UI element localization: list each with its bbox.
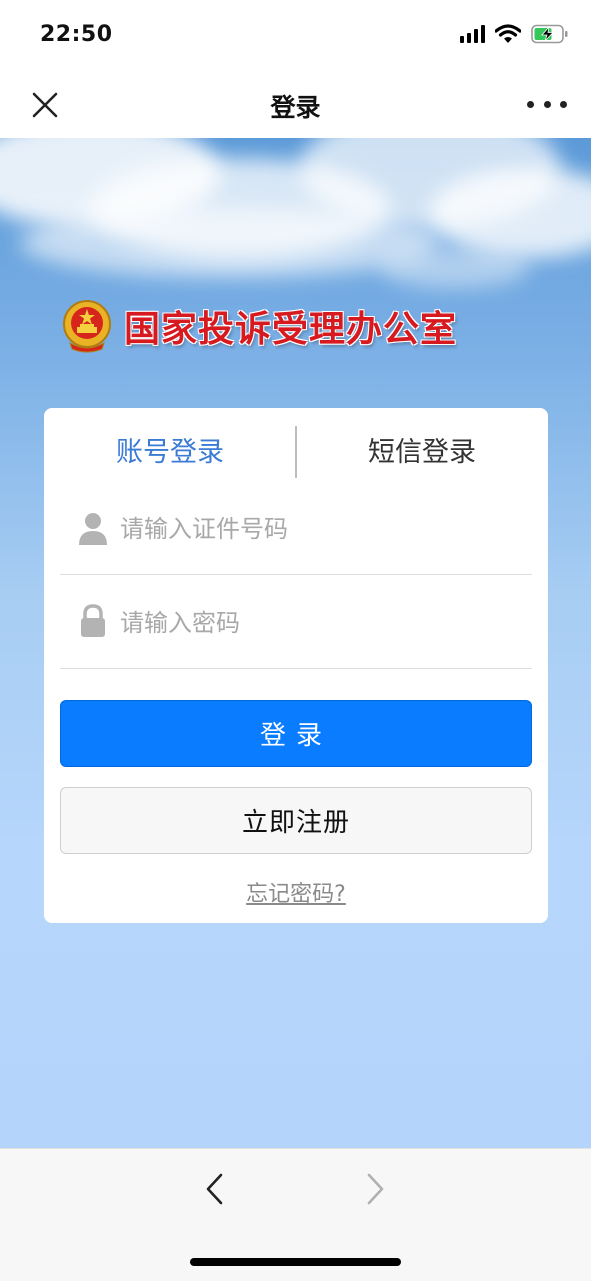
status-icons bbox=[460, 24, 569, 44]
tab-account-login[interactable]: 账号登录 bbox=[44, 424, 296, 482]
register-button[interactable]: 立即注册 bbox=[60, 787, 532, 854]
user-icon bbox=[79, 513, 107, 545]
login-button[interactable]: 登录 bbox=[60, 700, 532, 767]
wifi-icon bbox=[495, 24, 521, 43]
forgot-password-link[interactable]: 忘记密码? bbox=[44, 876, 548, 908]
password-field bbox=[60, 574, 532, 669]
login-card: 账号登录 短信登录 登录 立即注册 忘记密码? bbox=[44, 408, 548, 923]
battery-charging-icon bbox=[531, 24, 568, 44]
password-input[interactable] bbox=[118, 602, 522, 644]
home-indicator[interactable] bbox=[190, 1258, 401, 1266]
login-tabs: 账号登录 短信登录 bbox=[44, 424, 548, 482]
page-title: 登录 bbox=[270, 93, 321, 122]
chevron-left-icon[interactable] bbox=[200, 1171, 230, 1207]
id-number-input[interactable] bbox=[118, 508, 522, 550]
more-icon[interactable] bbox=[527, 92, 567, 116]
org-name: 国家投诉受理办公室 bbox=[124, 309, 458, 350]
signal-icon bbox=[460, 25, 485, 43]
nav-bar: 登录 bbox=[0, 72, 591, 138]
chevron-right-icon[interactable] bbox=[360, 1171, 390, 1207]
status-bar: 22:50 bbox=[0, 0, 591, 72]
brand-header: 国家投诉受理办公室 bbox=[62, 298, 542, 354]
tab-sms-login[interactable]: 短信登录 bbox=[296, 424, 548, 482]
id-number-field bbox=[60, 480, 532, 575]
status-time: 22:50 bbox=[40, 22, 113, 47]
national-emblem-icon bbox=[63, 300, 111, 353]
lock-icon bbox=[81, 604, 105, 637]
